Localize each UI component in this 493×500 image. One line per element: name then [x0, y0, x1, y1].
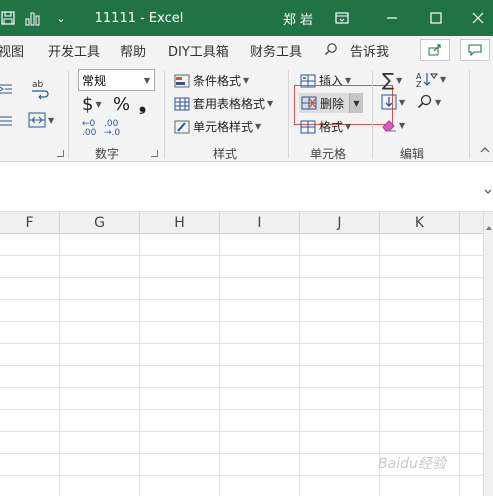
column-header-i[interactable]: I — [220, 212, 300, 234]
conditional-formatting-label: 条件格式 — [193, 74, 242, 88]
percent-style-button[interactable]: % — [113, 94, 130, 115]
merge-center-icon[interactable]: ▼ — [28, 112, 54, 128]
wrap-text-icon[interactable]: ab — [30, 78, 50, 100]
ribbon-display-icon[interactable] — [330, 0, 354, 36]
format-as-table-button[interactable]: 套用表格格式 ▼ — [174, 95, 273, 112]
minimize-icon[interactable] — [380, 0, 404, 36]
share-button[interactable] — [420, 39, 450, 61]
tab-finance-tools[interactable]: 财务工具 — [250, 41, 302, 60]
separator — [372, 70, 373, 158]
sigma-icon: ∑ — [382, 70, 395, 91]
format-cells-icon — [300, 120, 316, 133]
chart-icon[interactable] — [22, 0, 44, 36]
ribbon: ab ▼ 常规 ▼ $ ▼ % ❟ ←0 .00 .00 →.0 数字 条件格式 ▼… — [0, 64, 493, 162]
tab-developer[interactable]: 开发工具 — [48, 41, 100, 60]
column-header-f[interactable]: F — [0, 212, 60, 234]
worksheet-grid[interactable]: Baidu经验 — [0, 234, 483, 496]
comments-button[interactable] — [460, 39, 490, 61]
format-cells-label: 格式 — [319, 120, 344, 134]
title-bar: ⌄ 11111 - Excel 郑 岩 — [0, 0, 493, 36]
collapse-ribbon-icon[interactable] — [480, 146, 490, 154]
cell-styles-icon — [174, 120, 190, 133]
column-headers: F G H I J K — [0, 212, 483, 234]
sort-filter-icon: AZ — [416, 72, 438, 87]
expand-formula-bar-icon[interactable] — [484, 180, 492, 199]
number-launcher-icon[interactable] — [151, 150, 158, 157]
delete-cells-icon — [301, 96, 317, 110]
tab-view[interactable]: 视图 — [0, 41, 24, 60]
watermark: Baidu经验 — [378, 456, 446, 472]
eraser-icon — [382, 120, 396, 132]
separator — [288, 70, 289, 158]
number-format-value: 常规 — [82, 73, 107, 88]
share-icon — [428, 44, 441, 56]
group-label-number: 数字 — [95, 147, 120, 161]
comment-icon — [468, 44, 482, 56]
separator — [68, 70, 69, 158]
sort-filter-button[interactable]: AZ ▼ — [416, 71, 446, 87]
separator — [469, 70, 470, 158]
ribbon-tabs: 视图 开发工具 帮助 DIY工具箱 财务工具 告诉我 — [0, 36, 493, 64]
format-as-table-label: 套用表格格式 — [193, 97, 266, 111]
window-title: 11111 - Excel — [94, 10, 184, 26]
scroll-up-icon[interactable] — [485, 216, 493, 235]
search-icon[interactable] — [324, 42, 338, 60]
format-cells-button[interactable]: 格式 ▼ — [300, 118, 351, 135]
comma-style-button[interactable]: ❟ — [139, 94, 146, 115]
tell-me-input[interactable]: 告诉我 — [350, 41, 389, 60]
column-header-g[interactable]: G — [60, 212, 140, 234]
tab-help[interactable]: 帮助 — [120, 41, 146, 60]
fill-down-icon — [381, 94, 397, 110]
clear-button[interactable]: ▼ — [381, 118, 405, 132]
column-header-k[interactable]: K — [380, 212, 460, 234]
accounting-format-button[interactable]: $ ▼ — [82, 94, 102, 115]
fill-button[interactable]: ▼ — [381, 94, 405, 110]
column-header-h[interactable]: H — [140, 212, 220, 234]
group-label-styles: 样式 — [213, 147, 238, 161]
table-icon — [174, 97, 190, 110]
column-header-j[interactable]: J — [300, 212, 380, 234]
autosum-button[interactable]: ∑ ▼ — [382, 70, 402, 91]
find-icon — [417, 94, 432, 109]
close-icon[interactable] — [466, 0, 490, 36]
currency-symbol: $ — [82, 94, 94, 115]
find-select-button[interactable]: ▼ — [417, 94, 441, 110]
indent-icon[interactable] — [0, 82, 14, 96]
align-icon[interactable] — [0, 114, 14, 128]
svg-text:Z: Z — [416, 80, 422, 87]
delete-dropdown-chevron-icon[interactable]: ▼ — [349, 93, 363, 113]
conditional-formatting-button[interactable]: 条件格式 ▼ — [174, 72, 249, 89]
group-label-cells: 单元格 — [310, 147, 347, 161]
formula-bar[interactable] — [0, 162, 493, 212]
maximize-icon[interactable] — [424, 0, 448, 36]
conditional-formatting-icon — [174, 74, 190, 87]
tab-diy-toolbox[interactable]: DIY工具箱 — [168, 41, 229, 60]
cell-styles-button[interactable]: 单元格样式 ▼ — [174, 118, 261, 135]
cell-styles-label: 单元格样式 — [193, 120, 254, 134]
vertical-scrollbar[interactable] — [483, 212, 493, 496]
alignment-launcher-icon[interactable] — [57, 150, 64, 157]
separator — [164, 70, 165, 158]
save-icon[interactable] — [0, 0, 16, 36]
decrease-decimal-button[interactable]: .00 →.0 — [104, 120, 120, 138]
svg-text:ab: ab — [32, 80, 44, 90]
chevron-down-icon: ▼ — [143, 75, 150, 85]
qat-customize-icon[interactable]: ⌄ — [54, 0, 68, 36]
user-name[interactable]: 郑 岩 — [278, 0, 318, 36]
increase-decimal-button[interactable]: ←0 .00 — [82, 120, 96, 138]
number-format-dropdown[interactable]: 常规 ▼ — [78, 69, 155, 91]
delete-cells-label: 删除 — [320, 96, 345, 111]
group-label-editing: 编辑 — [400, 147, 425, 161]
